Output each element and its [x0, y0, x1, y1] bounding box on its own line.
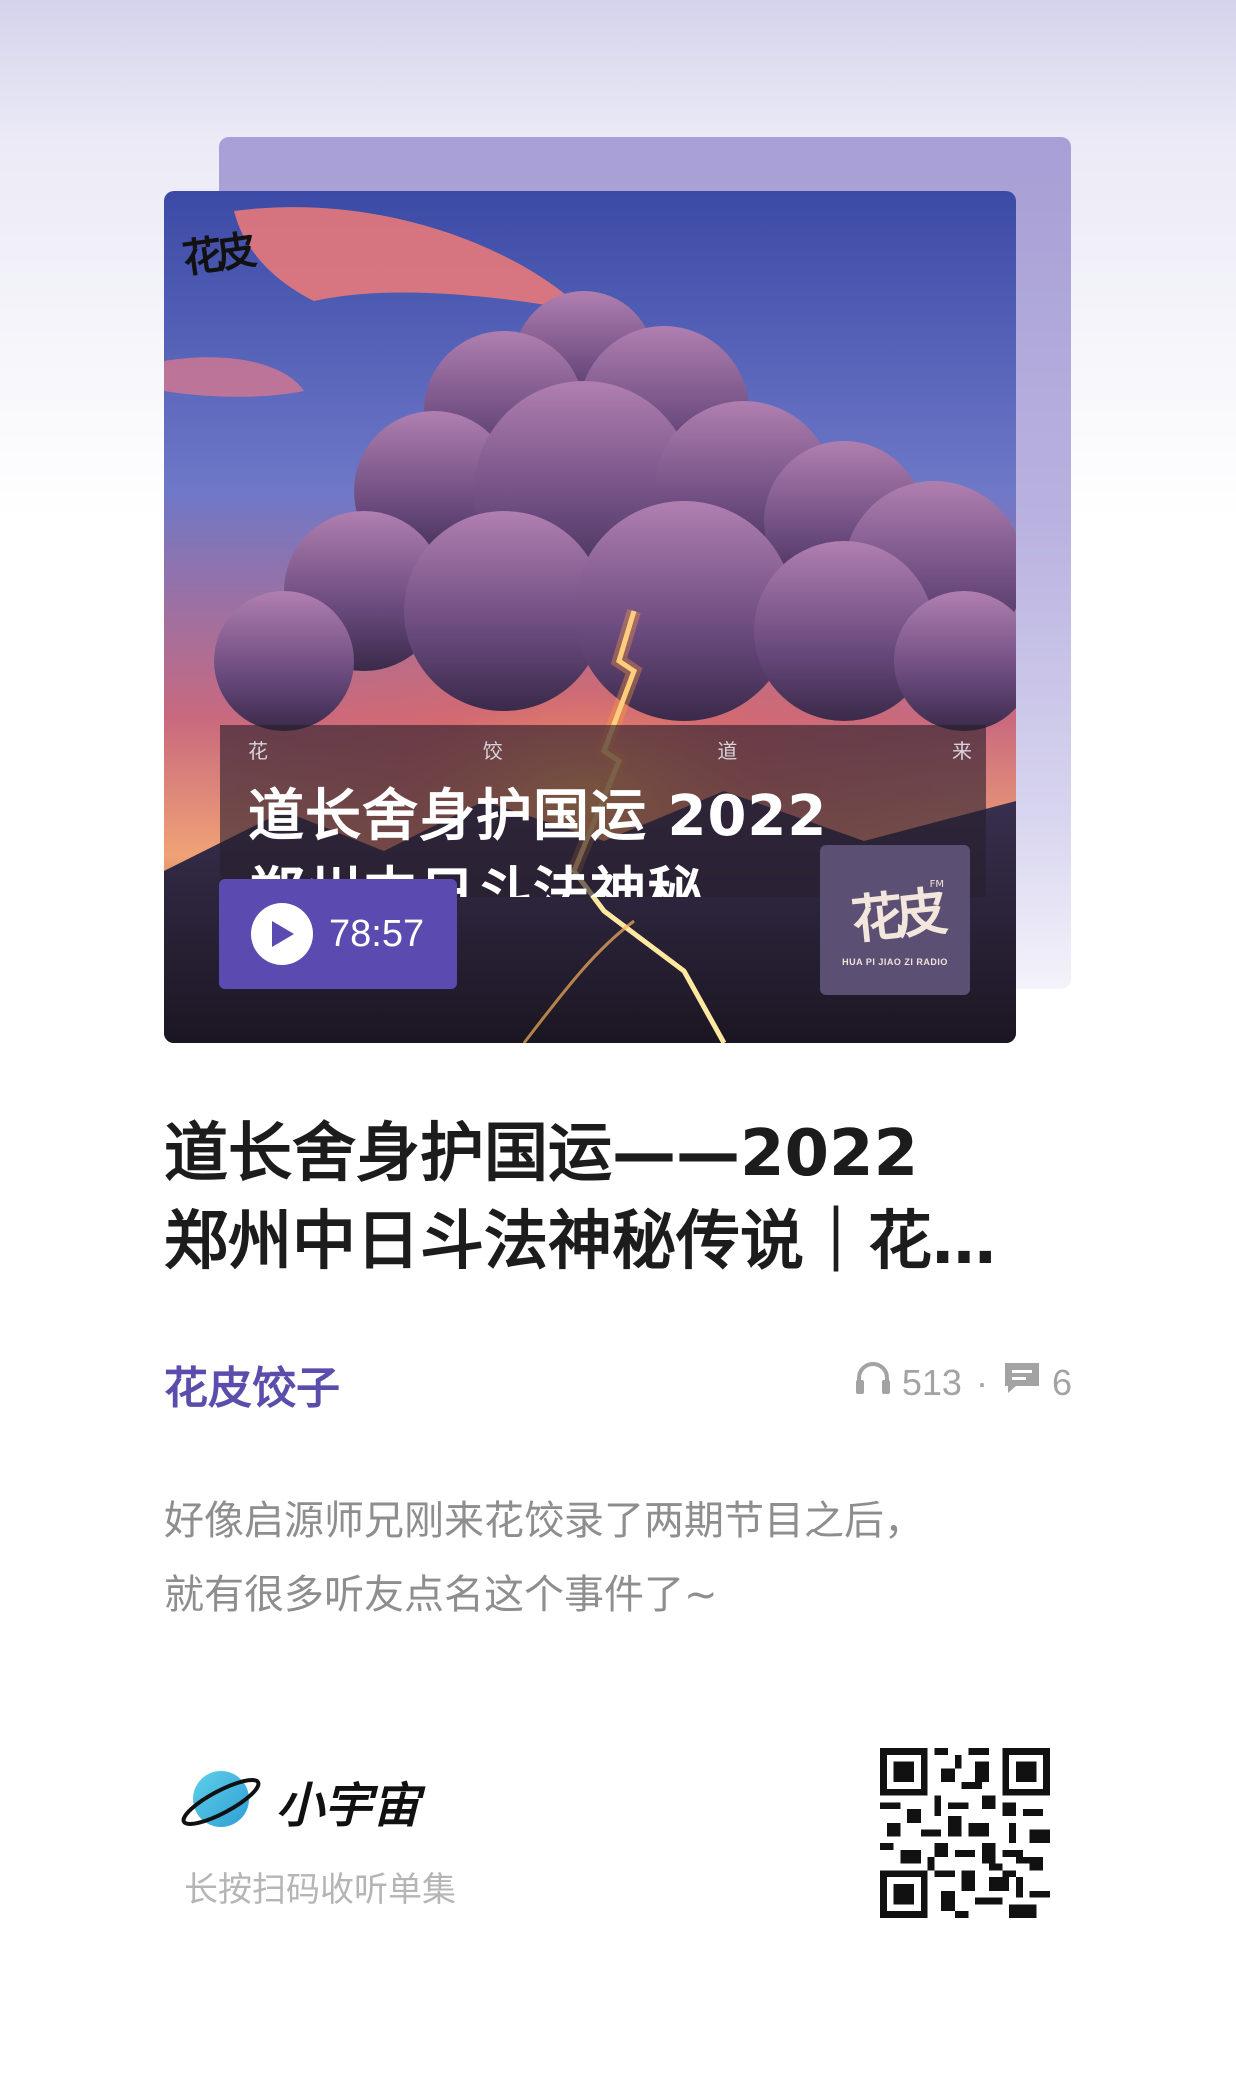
banner-subtitle: 花 饺 道 来 [248, 735, 972, 763]
play-count: 513 [901, 1361, 962, 1403]
app-brand: 小宇宙 [178, 1764, 420, 1838]
comment-icon [1002, 1360, 1042, 1405]
episode-stats: 513 · 6 [854, 1360, 1072, 1405]
episode-title-line: 郑州中日斗法神秘传说｜花… [164, 1205, 996, 1279]
banner-sub-char: 道 [717, 739, 738, 763]
episode-description: 好像启源师兄刚来花饺录了两期节目之后， 就有很多听友点名这个事件了~ [164, 1484, 1064, 1632]
app-brand-name: 小宇宙 [276, 1778, 421, 1834]
scan-hint: 长按扫码收听单集 [184, 1870, 456, 1910]
station-glyph: 花皮 [848, 881, 943, 951]
play-icon [251, 903, 313, 965]
episode-cover[interactable]: 花皮 花 饺 道 来 道长舍身护国运 2022 郑州中日斗法神秘 78:57 F… [164, 191, 1016, 1043]
stats-separator: · [975, 1361, 988, 1403]
headphones-icon [854, 1360, 892, 1405]
episode-meta: 花皮饺子 513 · 6 [164, 1352, 1072, 1416]
comment-count: 6 [1051, 1361, 1072, 1403]
description-line: 好像启源师兄刚来花饺录了两期节目之后， [164, 1498, 924, 1544]
episode-title: 道长舍身护国运——2022 郑州中日斗法神秘传说｜花… [164, 1110, 1044, 1286]
episode-duration: 78:57 [329, 912, 425, 955]
episode-title-line: 道长舍身护国运——2022 [164, 1117, 919, 1191]
banner-title: 道长舍身护国运 2022 [248, 784, 828, 849]
description-line: 就有很多听友点名这个事件了~ [164, 1572, 718, 1618]
banner-sub-char: 来 [951, 739, 972, 763]
banner-sub-char: 饺 [482, 739, 503, 763]
planet-logo-icon [178, 1764, 264, 1838]
podcast-author[interactable]: 花皮饺子 [164, 1352, 340, 1416]
share-card: 花皮 花 饺 道 来 道长舍身护国运 2022 郑州中日斗法神秘 78:57 F… [0, 0, 1236, 2073]
station-subtitle: HUA PI JIAO ZI RADIO [842, 956, 948, 967]
play-button[interactable]: 78:57 [219, 879, 457, 989]
banner-sub-char: 花 [248, 739, 268, 763]
qr-code[interactable] [880, 1748, 1050, 1918]
station-logo: FM 花皮 HUA PI JIAO ZI RADIO [820, 845, 970, 995]
cover-brand-mark: 花皮 [179, 226, 254, 283]
